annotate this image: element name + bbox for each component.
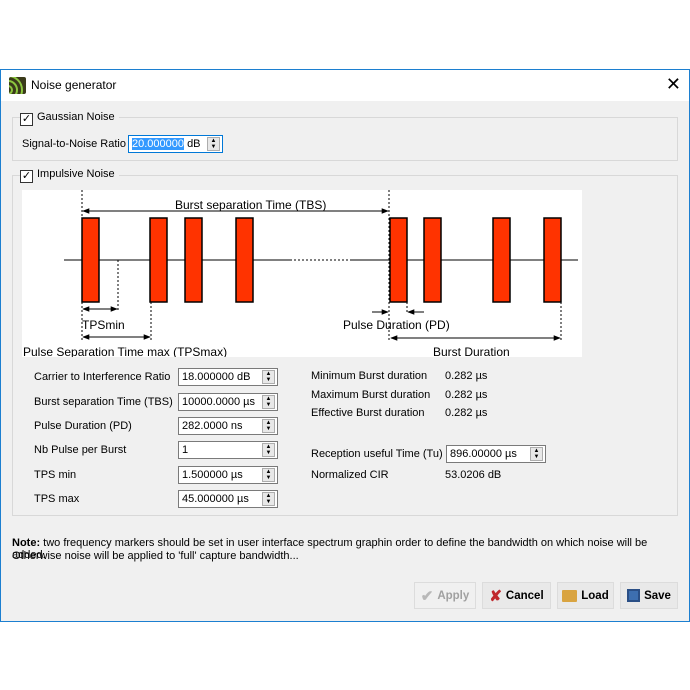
field-value: 10000.0000 µs [182,396,256,408]
field-value: 1 [182,444,189,456]
field-label: TPS max [34,493,80,505]
cir-value: 53.0206 dB [445,469,502,481]
note-bold: Note: [12,537,41,549]
save-button[interactable]: Save [620,582,678,609]
floppy-icon [627,589,641,602]
tu-input[interactable]: 896.00000 µs ▲ ▼ [446,445,546,463]
info-eff-value: 0.282 µs [445,407,488,419]
pulse [389,217,408,303]
impulsive-noise-diagram: Burst separation Time (TBS) TPSmin Pulse… [22,190,582,359]
apply-label: Apply [437,589,470,602]
load-label: Load [581,589,609,602]
pulse [81,217,100,303]
field-value: 18.000000 dB [182,371,251,383]
field-label: Carrier to Interference Ratio [34,371,171,383]
check-icon: ✔ [420,587,434,605]
spin-arrows-icon[interactable]: ▲ ▼ [262,370,275,384]
snr-label: Signal-to-Noise Ratio [22,138,126,150]
gaussian-checkbox[interactable]: ✓ Gaussian Noise [20,111,119,126]
pulse [543,217,562,303]
field-label: Pulse Duration (PD) [34,420,132,432]
folder-icon [562,589,578,602]
field-input[interactable]: 45.000000 µs ▲ ▼ [178,490,278,508]
spin-arrows-icon[interactable]: ▲ ▼ [262,492,275,506]
pd-label: Pulse Duration (PD) [343,318,450,332]
spin-arrows-icon[interactable]: ▲ ▼ [530,447,543,461]
info-eff-label: Effective Burst duration [311,407,425,419]
pulse [492,217,511,303]
note-line2: Otherwise noise will be applied to 'full… [12,550,299,562]
cancel-button[interactable]: ✘ Cancel [482,582,551,609]
impulsive-label: Impulsive Noise [37,168,115,180]
tbs-label: Burst separation Time (TBS) [175,198,326,212]
signal-waves-icon [9,77,26,94]
spin-arrows-icon[interactable]: ▲ ▼ [207,137,220,151]
title-bar: Noise generator ✕ [1,70,689,101]
load-button[interactable]: Load [557,582,614,609]
field-input[interactable]: 10000.0000 µs ▲ ▼ [178,393,278,411]
gaussian-label: Gaussian Noise [37,111,115,123]
snr-unit: dB [187,138,201,150]
save-label: Save [644,589,671,602]
cir-label: Normalized CIR [311,469,389,481]
tpsmax-label: Pulse Separation Time max (TPSmax) [23,345,227,357]
pulse [184,217,203,303]
window-title: Noise generator [31,78,117,92]
check-icon: ✓ [20,113,33,126]
close-icon[interactable]: ✕ [666,74,681,95]
field-input[interactable]: 1.500000 µs ▲ ▼ [178,466,278,484]
check-icon: ✓ [20,170,33,183]
info-min-label: Minimum Burst duration [311,370,428,382]
spin-arrows-icon[interactable]: ▲ ▼ [262,395,275,409]
field-value: 1.500000 µs [182,469,243,481]
field-input[interactable]: 1 ▲ ▼ [178,441,278,459]
pulse [423,217,442,303]
apply-button[interactable]: ✔ Apply [414,582,476,609]
x-icon: ✘ [489,587,502,605]
spin-arrows-icon[interactable]: ▲ ▼ [262,443,275,457]
spin-arrows-icon[interactable]: ▲ ▼ [262,419,275,433]
info-max-label: Maximum Burst duration [311,389,431,401]
pulse [149,217,168,303]
field-label: Nb Pulse per Burst [34,444,127,456]
impulsive-checkbox[interactable]: ✓ Impulsive Noise [20,168,119,183]
info-max-value: 0.282 µs [445,389,488,401]
tu-label: Reception useful Time (Tu) [311,448,443,460]
spin-arrows-icon[interactable]: ▲ ▼ [262,468,275,482]
info-min-value: 0.282 µs [445,370,488,382]
field-label: TPS min [34,469,77,481]
field-value: 282.0000 ns [182,420,243,432]
field-input[interactable]: 18.000000 dB ▲ ▼ [178,368,278,386]
pulse [235,217,254,303]
field-value: 45.000000 µs [182,493,249,505]
field-input[interactable]: 282.0000 ns ▲ ▼ [178,417,278,435]
snr-value: 20.000000 [132,138,184,150]
tpsmin-label: TPSmin [82,318,125,332]
burst-duration-label: Burst Duration [433,345,510,357]
cancel-label: Cancel [505,589,544,602]
snr-input[interactable]: 20.000000 dB ▲ ▼ [128,135,223,153]
field-label: Burst separation Time (TBS) [34,396,173,408]
tu-value: 896.00000 µs [450,448,517,460]
